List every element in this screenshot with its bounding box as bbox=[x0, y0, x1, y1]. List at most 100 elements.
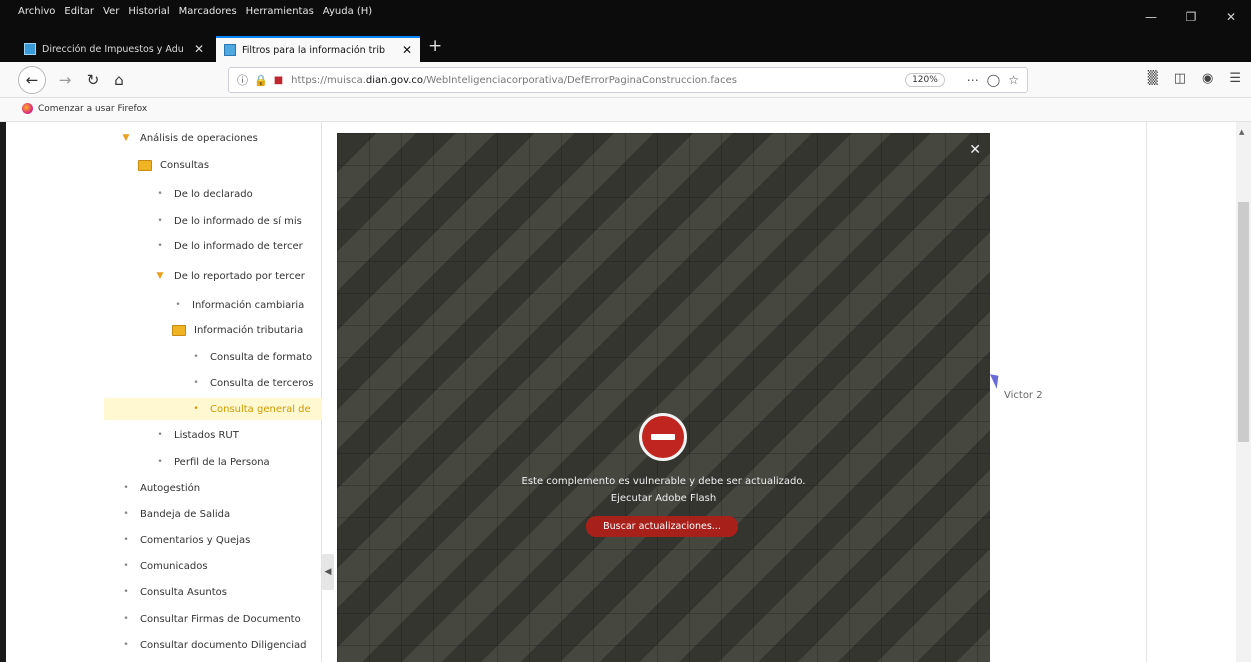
flash-grid-pattern bbox=[337, 133, 990, 662]
bullet-icon: • bbox=[123, 587, 129, 597]
tree-item-consulta-general[interactable]: • Consulta general de bbox=[104, 398, 322, 420]
tree-item-consultas[interactable]: Consultas bbox=[104, 154, 322, 176]
user-label: Victor 2 bbox=[1004, 390, 1043, 401]
zoom-level[interactable]: 120% bbox=[905, 73, 945, 87]
navigation-tree: ▼ Análisis de operaciones Consultas • De… bbox=[104, 122, 322, 662]
folder-open-icon bbox=[172, 324, 186, 336]
tree-item-listados-rut[interactable]: • Listados RUT bbox=[104, 424, 322, 446]
run-flash-link[interactable]: Ejecutar Adobe Flash bbox=[337, 490, 990, 507]
tree-item-informacion-tributaria[interactable]: Información tributaria bbox=[104, 319, 322, 341]
menu-ver[interactable]: Ver bbox=[103, 6, 119, 17]
check-updates-button[interactable]: Buscar actualizaciones... bbox=[586, 516, 738, 537]
bookmark-star-icon[interactable]: ☆ bbox=[1008, 73, 1019, 87]
home-icon[interactable]: ⌂ bbox=[106, 68, 132, 92]
bullet-icon: • bbox=[123, 535, 129, 545]
minimize-icon[interactable]: — bbox=[1131, 6, 1171, 28]
address-bar[interactable]: ⓘ 🔒 ■ https://muisca.dian.gov.co/WebInte… bbox=[228, 67, 1028, 93]
forward-arrow-icon[interactable]: → bbox=[52, 68, 78, 92]
firefox-logo-icon bbox=[22, 103, 33, 114]
blocked-plugin-icon bbox=[639, 413, 687, 461]
url-text[interactable]: https://muisca.dian.gov.co/WebInteligenc… bbox=[291, 75, 905, 86]
tree-item-informado-si-mismo[interactable]: • De lo informado de sí mis bbox=[104, 210, 322, 232]
page-info-icon[interactable]: ⓘ bbox=[237, 72, 248, 88]
back-arrow-icon[interactable]: ← bbox=[18, 66, 46, 94]
tree-item-analisis[interactable]: ▼ Análisis de operaciones bbox=[104, 127, 322, 149]
pocket-icon[interactable]: ◯ bbox=[987, 73, 1000, 87]
menu-editar[interactable]: Editar bbox=[64, 6, 94, 17]
bullet-icon: • bbox=[157, 430, 163, 440]
tab-filtros-informacion[interactable]: Filtros para la información trib ✕ bbox=[216, 36, 420, 62]
tree-item-consulta-asuntos[interactable]: • Consulta Asuntos bbox=[104, 581, 322, 603]
page-actions-icon[interactable]: ⋯ bbox=[967, 73, 979, 87]
tree-label: Comentarios y Quejas bbox=[140, 534, 251, 546]
tree-label: Bandeja de Salida bbox=[140, 508, 231, 520]
page-favicon-icon bbox=[224, 44, 236, 56]
tab-label: Filtros para la información trib bbox=[242, 44, 385, 56]
tree-item-consulta-formato[interactable]: • Consulta de formato bbox=[104, 346, 322, 368]
tree-item-reportado-terceros[interactable]: ▼ De lo reportado por tercer bbox=[104, 265, 322, 287]
sidebar-icon[interactable]: ◫ bbox=[1174, 71, 1186, 86]
reload-icon[interactable]: ↻ bbox=[80, 68, 106, 92]
menu-ayuda[interactable]: Ayuda (H) bbox=[323, 6, 372, 17]
flash-message: Este complemento es vulnerable y debe se… bbox=[337, 473, 990, 507]
expanded-triangle-icon[interactable]: ▼ bbox=[154, 271, 166, 281]
bookmark-label: Comenzar a usar Firefox bbox=[38, 103, 148, 114]
tree-item-de-lo-declarado[interactable]: • De lo declarado bbox=[104, 183, 322, 205]
toolbar-right: ▒ ◫ ◉ ☰ bbox=[1148, 71, 1241, 86]
tab-label: Dirección de Impuestos y Adu bbox=[42, 43, 184, 55]
flash-blocked-icon[interactable]: ■ bbox=[274, 75, 283, 86]
tree-item-informacion-cambiaria[interactable]: • Información cambiaria bbox=[104, 294, 322, 316]
restore-icon[interactable]: ❐ bbox=[1171, 6, 1211, 28]
tree-label: De lo declarado bbox=[174, 188, 253, 200]
bullet-icon: • bbox=[193, 378, 199, 388]
tree-item-comunicados[interactable]: • Comunicados bbox=[104, 555, 322, 577]
menu-archivo[interactable]: Archivo bbox=[18, 6, 55, 17]
new-tab-plus-icon[interactable]: + bbox=[428, 36, 442, 56]
tree-item-consulta-terceros[interactable]: • Consulta de terceros bbox=[104, 372, 322, 394]
close-tab-icon[interactable]: ✕ bbox=[402, 43, 412, 57]
mouse-pointer-icon bbox=[989, 371, 1004, 389]
tree-label: Consulta Asuntos bbox=[140, 586, 227, 598]
flash-plugin-placeholder[interactable]: ✕ Este complemento es vulnerable y debe … bbox=[337, 133, 990, 662]
menu-list: Archivo Editar Ver Historial Marcadores … bbox=[18, 6, 372, 17]
tree-label: Consultar Firmas de Documento bbox=[140, 613, 301, 625]
tree-label: Autogestión bbox=[140, 482, 201, 494]
expanded-triangle-icon[interactable]: ▼ bbox=[120, 133, 132, 143]
menu-herramientas[interactable]: Herramientas bbox=[246, 6, 314, 17]
hamburger-menu-icon[interactable]: ☰ bbox=[1229, 71, 1241, 86]
vertical-scrollbar[interactable]: ▲ bbox=[1236, 122, 1251, 662]
bullet-icon: • bbox=[175, 300, 181, 310]
tree-label: Análisis de operaciones bbox=[140, 132, 258, 144]
tree-label: Listados RUT bbox=[174, 429, 239, 441]
tree-item-comentarios-quejas[interactable]: • Comentarios y Quejas bbox=[104, 529, 322, 551]
tree-label: Consulta de terceros bbox=[210, 377, 314, 389]
tree-item-bandeja-salida[interactable]: • Bandeja de Salida bbox=[104, 503, 322, 525]
tree-label: Información cambiaria bbox=[192, 299, 305, 311]
tree-item-informado-terceros[interactable]: • De lo informado de tercer bbox=[104, 235, 322, 257]
extension-icon[interactable]: ◉ bbox=[1202, 71, 1213, 86]
menu-historial[interactable]: Historial bbox=[128, 6, 169, 17]
lock-icon[interactable]: 🔒 bbox=[254, 74, 268, 87]
menu-marcadores[interactable]: Marcadores bbox=[179, 6, 237, 17]
tree-item-consultar-documento[interactable]: • Consultar documento Diligenciad bbox=[104, 634, 322, 656]
bullet-icon: • bbox=[193, 352, 199, 362]
window-left-edge bbox=[0, 122, 6, 662]
tree-item-autogestion[interactable]: • Autogestión bbox=[104, 477, 322, 499]
library-icon[interactable]: ▒ bbox=[1148, 71, 1158, 86]
bullet-icon: • bbox=[123, 509, 129, 519]
close-icon[interactable]: ✕ bbox=[969, 142, 981, 158]
close-tab-icon[interactable]: ✕ bbox=[194, 42, 204, 56]
bookmark-firefox[interactable]: Comenzar a usar Firefox bbox=[22, 103, 147, 114]
tab-direccion-impuestos[interactable]: Dirección de Impuestos y Adu ✕ bbox=[16, 36, 212, 62]
close-window-icon[interactable]: ✕ bbox=[1211, 6, 1251, 28]
tree-label: De lo informado de tercer bbox=[174, 240, 303, 252]
scrollbar-thumb[interactable] bbox=[1238, 202, 1249, 442]
collapse-panel-handle[interactable]: ◀ bbox=[322, 554, 334, 590]
scroll-up-icon[interactable]: ▲ bbox=[1239, 128, 1244, 136]
page-content: ▼ Análisis de operaciones Consultas • De… bbox=[0, 122, 1251, 662]
tree-item-perfil-persona[interactable]: • Perfil de la Persona bbox=[104, 451, 322, 473]
bullet-icon: • bbox=[157, 216, 163, 226]
bullet-icon: • bbox=[123, 483, 129, 493]
tree-item-consultar-firmas[interactable]: • Consultar Firmas de Documento bbox=[104, 608, 322, 630]
tree-label: Consulta general de bbox=[210, 403, 311, 415]
